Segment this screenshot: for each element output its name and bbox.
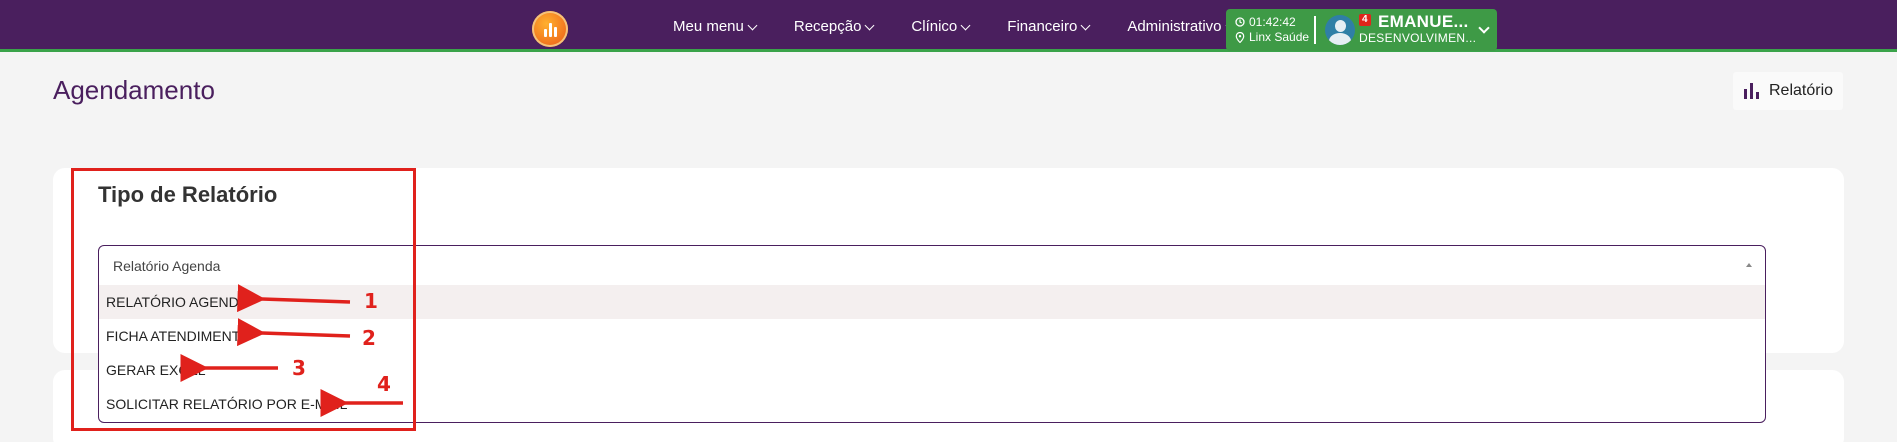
menu-label: Meu menu [673, 18, 744, 35]
app-logo[interactable] [532, 11, 568, 47]
chevron-down-icon [1080, 20, 1091, 30]
top-navbar: Meu menu Recepção Clínico Financeiro Adm… [0, 0, 1897, 52]
report-button-label: Relatório [1769, 82, 1834, 99]
menu-clinico[interactable]: Clínico [911, 16, 971, 38]
menu-label: Recepção [793, 18, 862, 35]
menu-meu-menu[interactable]: Meu menu [673, 16, 758, 38]
menu-recepcao[interactable]: Recepção [793, 16, 875, 38]
annotation-number-3: 3 [292, 356, 306, 380]
bar-chart-icon [1744, 83, 1759, 99]
menu-label: Administrativo [1127, 18, 1222, 35]
annotation-number-1: 1 [364, 289, 378, 313]
user-menu[interactable]: 01:42:42 Linx Saúde 4 EMANUE... DESENVOL… [1226, 9, 1497, 51]
menu-financeiro[interactable]: Financeiro [1007, 16, 1091, 38]
report-button[interactable]: Relatório [1733, 72, 1843, 110]
location-pin-icon [1235, 31, 1245, 43]
location: Linx Saúde [1235, 30, 1309, 44]
menu-label: Clínico [911, 18, 958, 35]
divider [1314, 16, 1316, 44]
user-department: DESENVOLVIMEN... [1359, 31, 1477, 45]
chevron-down-icon[interactable] [1478, 22, 1490, 34]
logo-bars-icon [543, 21, 557, 37]
location-name: Linx Saúde [1249, 30, 1310, 44]
annotation-number-4: 4 [377, 372, 391, 396]
chevron-down-icon [747, 20, 758, 30]
session-clock: 01:42:42 [1235, 15, 1296, 29]
menu-administrativo[interactable]: Administrativo [1127, 16, 1235, 38]
main-menu: Meu menu Recepção Clínico Financeiro Adm… [673, 16, 1235, 38]
notification-badge: 4 [1359, 14, 1371, 26]
annotation-number-2: 2 [362, 326, 376, 350]
clock-time: 01:42:42 [1249, 15, 1296, 29]
caret-up-icon [1746, 263, 1752, 267]
avatar [1325, 15, 1355, 45]
clock-icon [1235, 17, 1245, 27]
menu-label: Financeiro [1007, 18, 1078, 35]
chevron-down-icon [960, 20, 971, 30]
page-title: Agendamento [53, 75, 215, 105]
user-name: EMANUE... [1378, 12, 1469, 31]
chevron-down-icon [864, 20, 875, 30]
